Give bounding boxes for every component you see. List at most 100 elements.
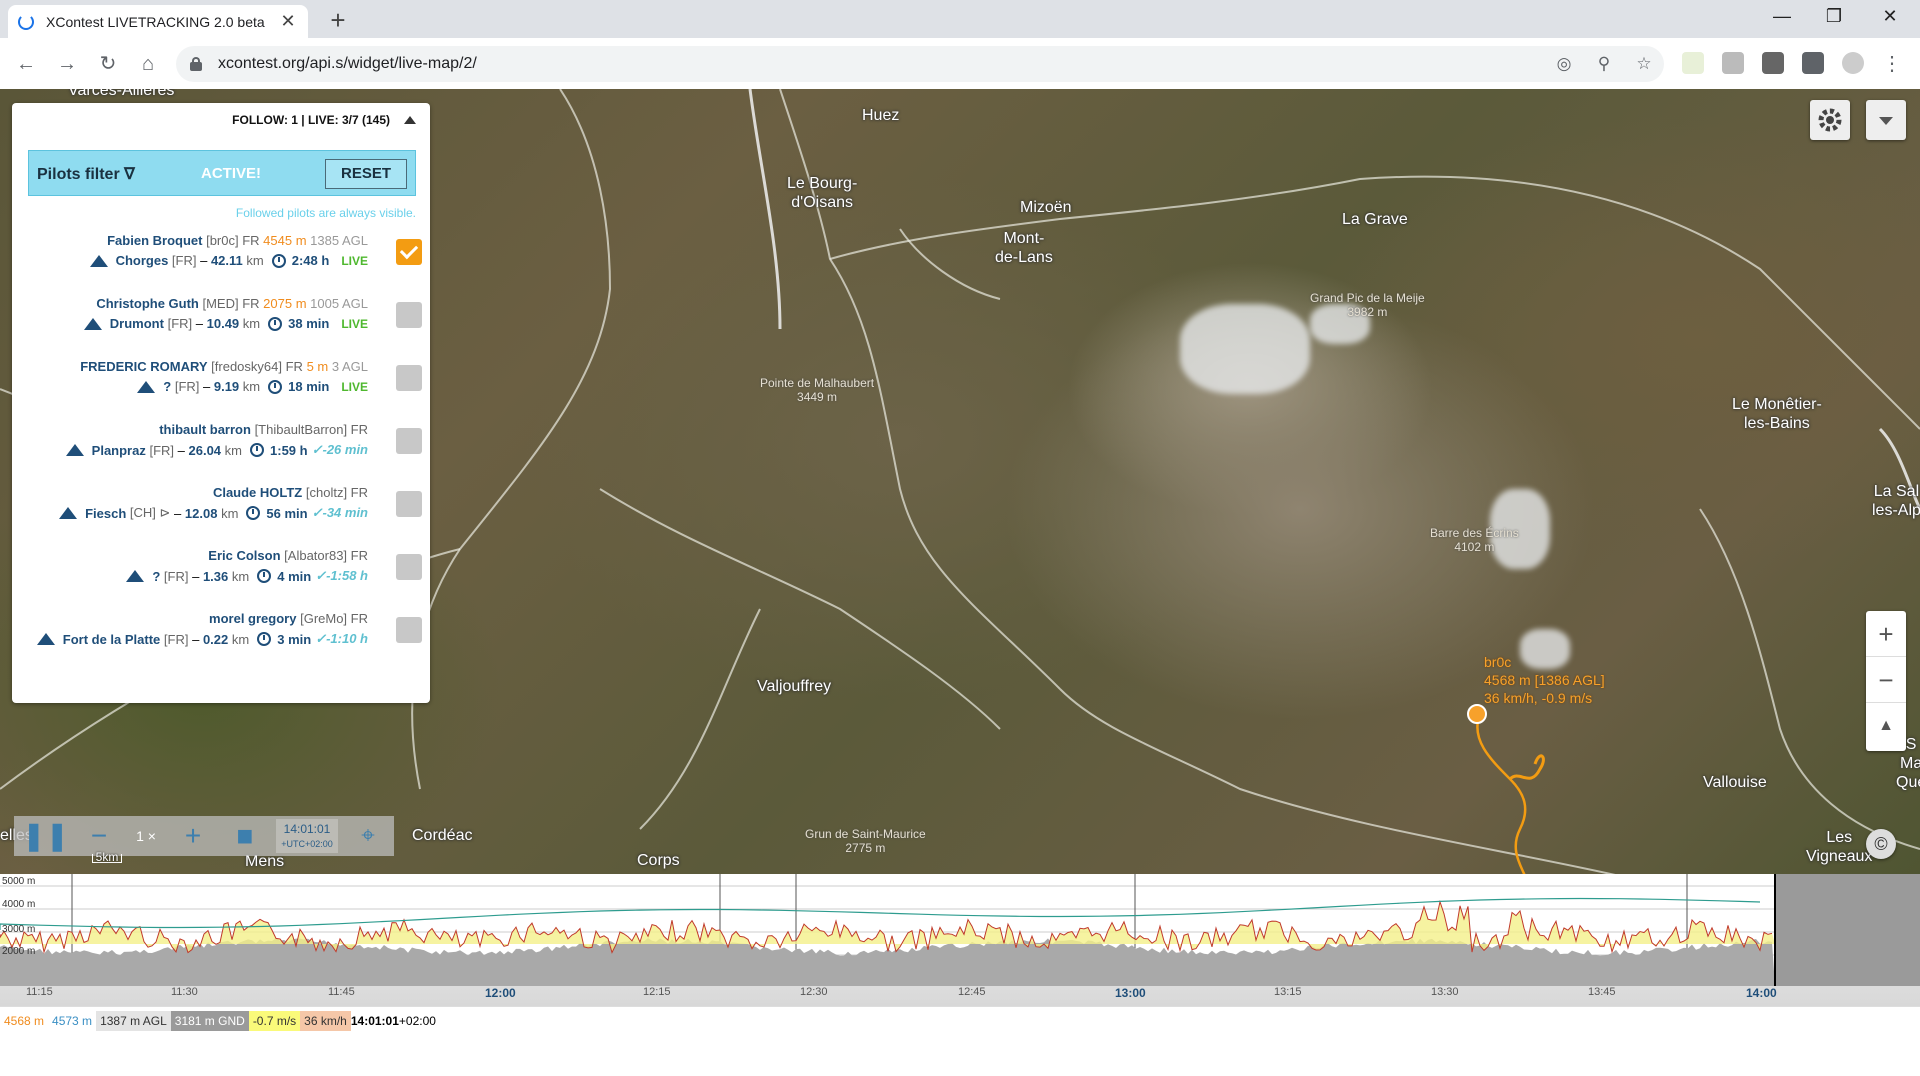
- follow-checkbox[interactable]: [396, 491, 422, 517]
- follow-checkbox[interactable]: [396, 428, 422, 454]
- pilot-line-1: Christophe Guth [MED] FR 2075 m 1005 AGL: [96, 296, 368, 311]
- altitude-profile-chart[interactable]: 5000 m 4000 m 3000 m 2000 m 11:15 11:30 11…: [0, 874, 1920, 1006]
- profile-avatar[interactable]: [1842, 52, 1864, 74]
- follow-checkbox[interactable]: [396, 365, 422, 391]
- pilot-agl: 1005 AGL: [310, 296, 368, 311]
- pilot-name[interactable]: Christophe Guth: [96, 296, 199, 311]
- extension-icon[interactable]: [1722, 52, 1744, 74]
- extension-icon[interactable]: [1682, 52, 1704, 74]
- collapse-panel-icon[interactable]: [404, 116, 416, 124]
- map-label: Les Vigneaux: [1806, 829, 1873, 865]
- settings-button[interactable]: [1810, 100, 1850, 140]
- pilot-row[interactable]: Eric Colson [Albator83] FR ? [FR] – 1.36…: [22, 548, 422, 594]
- pilot-name[interactable]: morel gregory: [209, 611, 296, 626]
- distance-unit: km: [231, 568, 250, 584]
- pilot-row[interactable]: Fabien Broquet [br0c] FR 4545 m 1385 AGL…: [22, 233, 422, 279]
- pilot-row[interactable]: thibault barron [ThibaultBarron] FR Plan…: [22, 422, 422, 468]
- clock-icon: [268, 316, 283, 331]
- pilot-status: LIVE: [341, 379, 368, 394]
- x-axis-tick: 13:00: [1115, 986, 1146, 1000]
- pilot-row[interactable]: Christophe Guth [MED] FR 2075 m 1005 AGL…: [22, 296, 422, 342]
- pilot-name[interactable]: FREDERIC ROMARY: [80, 359, 207, 374]
- north-arrow-button[interactable]: ▲: [1866, 703, 1906, 749]
- clock-icon: [257, 632, 272, 646]
- x-axis-tick: 12:30: [800, 986, 828, 998]
- omnibox[interactable]: xcontest.org/api.s/widget/live-map/2/ ◎ …: [176, 46, 1664, 82]
- pilot-name[interactable]: Claude HOLTZ: [213, 485, 302, 500]
- layers-dropdown-button[interactable]: [1866, 100, 1906, 140]
- home-icon[interactable]: ⌂: [136, 52, 160, 76]
- clock-icon: [246, 506, 261, 520]
- launch-country: [FR]: [167, 316, 193, 331]
- x-axis-tick: 13:15: [1274, 986, 1302, 998]
- launch-site: Fort de la Platte: [62, 631, 161, 647]
- pilot-position-marker[interactable]: [1467, 704, 1487, 724]
- forward-icon[interactable]: →: [55, 52, 79, 76]
- pilot-distance: 12.08: [184, 505, 218, 521]
- follow-checkbox[interactable]: [396, 554, 422, 580]
- menu-dots-icon[interactable]: ⋮: [1880, 52, 1904, 76]
- peak-label: Barre des Écrins 4102 m: [1430, 526, 1519, 554]
- location-icon[interactable]: ◎: [1544, 54, 1584, 74]
- pilot-name[interactable]: thibault barron: [159, 422, 251, 437]
- playback-time-value: 14:01:01: [283, 822, 331, 836]
- pilot-line-1: Fabien Broquet [br0c] FR 4545 m 1385 AGL: [107, 233, 368, 248]
- pilot-row[interactable]: morel gregory [GreMo] FR Fort de la Plat…: [22, 611, 422, 657]
- pilot-status: ✓-34 min: [311, 505, 368, 520]
- status-bar: 4568 m 4573 m 1387 m AGL 3181 m GND -0.7…: [0, 1006, 1920, 1034]
- launch-site: Fiesch: [85, 505, 127, 521]
- zoom-in-button[interactable]: +: [1866, 611, 1906, 657]
- zoom-out-button[interactable]: −: [1866, 657, 1906, 703]
- faster-button[interactable]: +: [176, 816, 210, 856]
- distance-unit: km: [231, 631, 250, 647]
- pilot-name[interactable]: Fabien Broquet: [107, 233, 202, 248]
- follow-checkbox[interactable]: [396, 239, 422, 265]
- reload-icon[interactable]: ↻: [96, 52, 120, 76]
- restore-button[interactable]: ❐: [1819, 6, 1849, 27]
- launch-country: [FR]: [149, 442, 175, 458]
- zoom-icon[interactable]: ⚲: [1584, 54, 1624, 74]
- follow-checkbox[interactable]: [396, 302, 422, 328]
- pilot-row[interactable]: FREDERIC ROMARY [fredosky64] FR 5 m 3 AG…: [22, 359, 422, 405]
- pilot-name[interactable]: Eric Colson: [208, 548, 280, 563]
- url-text[interactable]: xcontest.org/api.s/widget/live-map/2/: [218, 55, 1544, 73]
- pause-button[interactable]: ❚❚: [22, 816, 69, 856]
- browser-tab[interactable]: XContest LIVETRACKING 2.0 beta ✕: [8, 5, 308, 38]
- pilots-filter-label[interactable]: Pilots filter ∇: [37, 164, 135, 184]
- close-tab-icon[interactable]: ✕: [278, 11, 298, 32]
- map-label: Le Monêtier- les-Bains: [1732, 396, 1822, 432]
- pilot-line-2: Chorges [FR] – 42.11 km 2:48 h LIVE: [89, 253, 368, 268]
- reset-filter-button[interactable]: RESET: [325, 159, 407, 189]
- follow-live-summary[interactable]: FOLLOW: 1 | LIVE: 3/7 (145): [232, 113, 416, 127]
- stop-button[interactable]: ■: [228, 816, 262, 856]
- pilot-line-2: ? [FR] – 9.19 km 18 min LIVE: [137, 379, 368, 394]
- bookmark-star-icon[interactable]: ☆: [1624, 54, 1664, 74]
- target-icon[interactable]: ⌖: [348, 816, 388, 856]
- minimize-button[interactable]: —: [1767, 6, 1797, 27]
- pilot-id: [MED] FR: [202, 296, 260, 311]
- back-icon[interactable]: ←: [14, 52, 38, 76]
- x-axis-tick: 11:30: [171, 986, 198, 998]
- live-map[interactable]: Varces-Allières Huez Le Bourg- d'Oisans …: [0, 89, 1920, 876]
- puzzle-icon[interactable]: [1802, 52, 1824, 74]
- pilot-agl: 3 AGL: [331, 359, 368, 374]
- status-time-wrap: 14:01:01+02:00: [351, 1011, 436, 1031]
- follow-checkbox[interactable]: [396, 617, 422, 643]
- mountain-icon: [65, 444, 84, 456]
- flight-time: 1:59 h: [270, 442, 308, 458]
- new-tab-button[interactable]: +: [324, 6, 352, 34]
- copyright-icon[interactable]: ©: [1866, 829, 1896, 859]
- launch-country: [FR]: [171, 253, 197, 268]
- devtools-extension-icon[interactable]: [1762, 52, 1784, 74]
- pilots-filter-bar[interactable]: Pilots filter ∇ ACTIVE! RESET: [28, 150, 416, 196]
- map-label: Mizoën: [1020, 199, 1072, 216]
- vario-value: -0.7 m/s: [248, 1010, 301, 1031]
- pilot-id: [Albator83] FR: [284, 548, 368, 563]
- pilot-row[interactable]: Claude HOLTZ [choltz] FR Fiesch [CH] ⊳ –…: [22, 485, 422, 531]
- x-axis-tick: 14:00: [1746, 986, 1777, 1000]
- close-window-button[interactable]: ✕: [1875, 6, 1905, 27]
- map-label: Varces-Allières: [68, 89, 175, 99]
- map-label: Mont- de-Lans: [995, 230, 1053, 266]
- map-label: Huez: [862, 107, 900, 124]
- pilots-panel: FOLLOW: 1 | LIVE: 3/7 (145) Pilots filte…: [12, 103, 430, 703]
